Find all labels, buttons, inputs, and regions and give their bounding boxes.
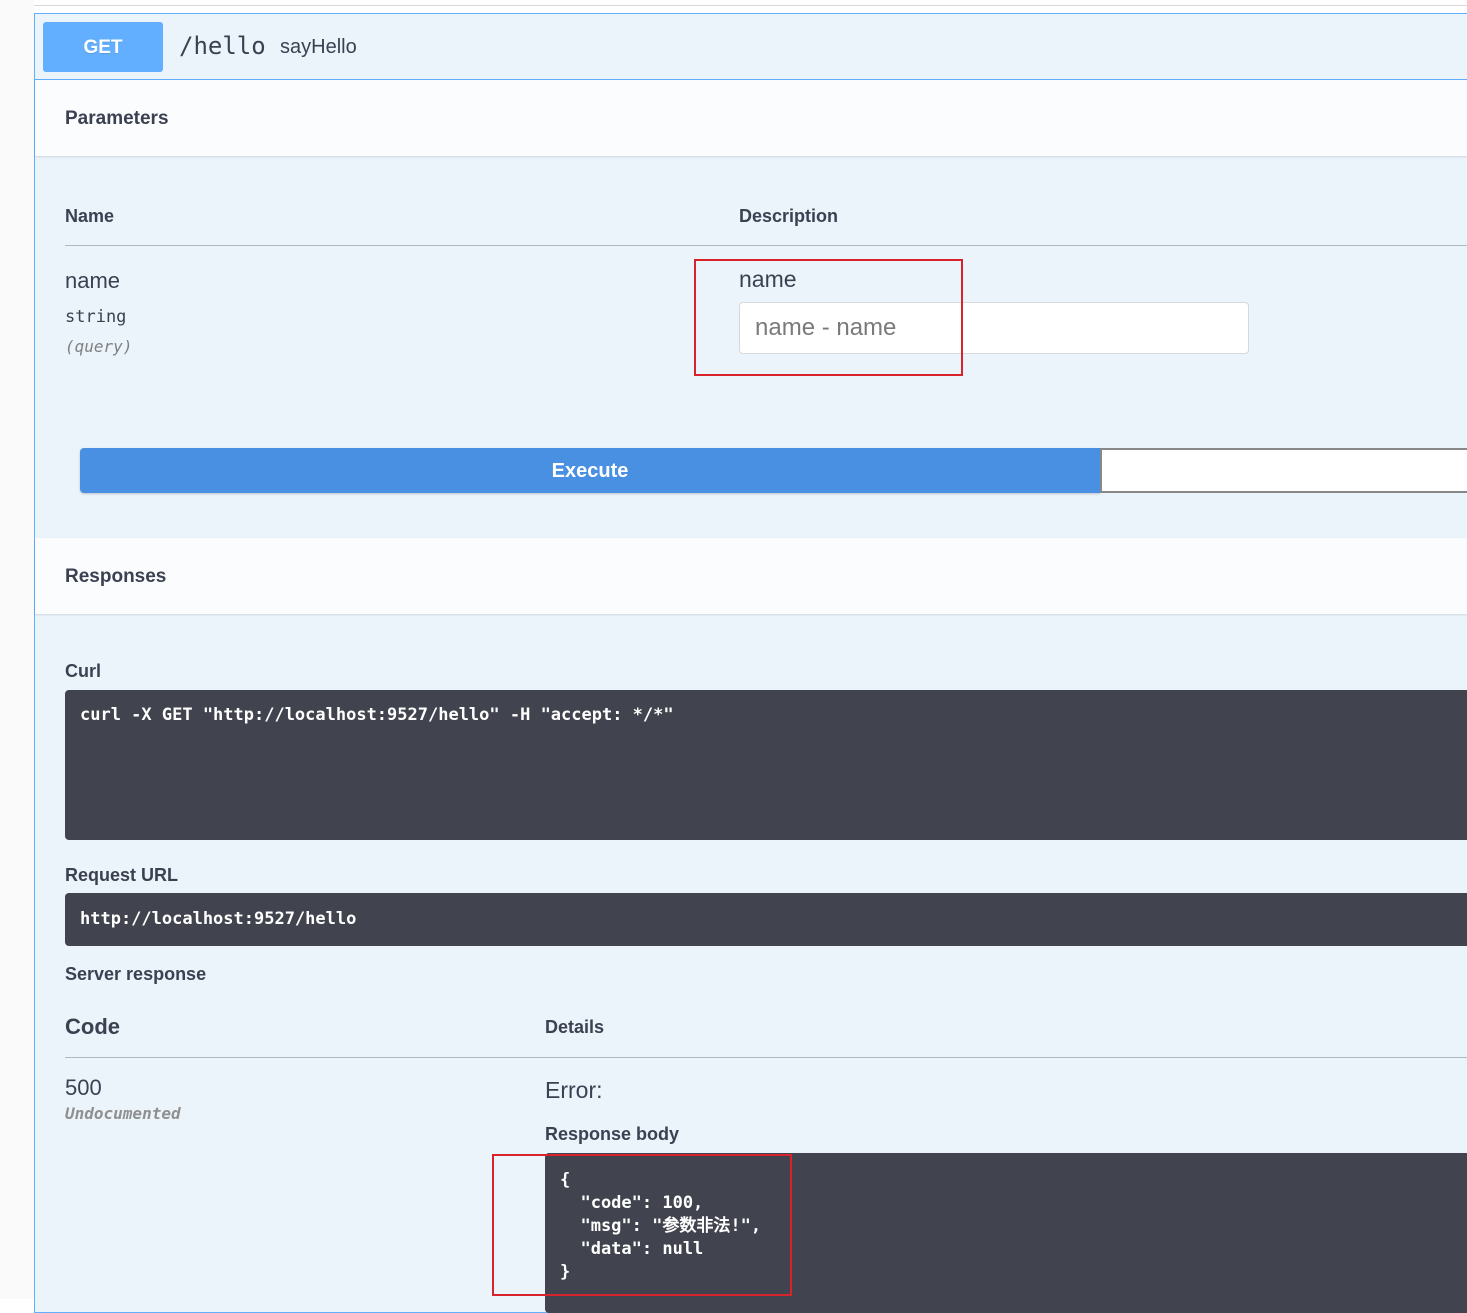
response-status-note: Undocumented bbox=[65, 1104, 181, 1123]
param-location: (query) bbox=[65, 337, 133, 356]
response-error-label: Error: bbox=[545, 1077, 603, 1103]
annotation-highlight-response-body bbox=[492, 1154, 792, 1296]
param-type: string bbox=[65, 307, 127, 327]
server-response-label: Server response bbox=[65, 964, 207, 984]
response-body-label: Response body bbox=[545, 1124, 680, 1144]
top-divider bbox=[34, 5, 1467, 6]
request-url-label: Request URL bbox=[65, 865, 179, 885]
parameters-header: Parameters bbox=[35, 80, 1467, 156]
execute-button[interactable]: Execute bbox=[80, 448, 1100, 493]
param-column-description: Description bbox=[739, 206, 839, 226]
request-url-block: http://localhost:9527/hello bbox=[65, 893, 1467, 946]
curl-command-block: curl -X GET "http://localhost:9527/hello… bbox=[65, 690, 1467, 840]
param-header-divider bbox=[65, 245, 1467, 246]
http-method-badge: GET bbox=[43, 22, 163, 72]
parameters-title: Parameters bbox=[65, 108, 169, 129]
response-header-divider bbox=[65, 1057, 1467, 1058]
operation-summary-text: sayHello bbox=[280, 36, 357, 58]
annotation-highlight-input bbox=[694, 259, 963, 376]
response-status-code: 500 bbox=[65, 1075, 102, 1100]
curl-label: Curl bbox=[65, 661, 101, 681]
clear-button[interactable] bbox=[1100, 448, 1467, 493]
responses-header: Responses bbox=[35, 538, 1467, 614]
left-gutter bbox=[0, 0, 34, 1299]
get-hello-operation: GET /hello sayHello Parameters Name Desc… bbox=[34, 13, 1467, 1313]
param-name: name bbox=[65, 268, 121, 293]
operation-summary[interactable]: GET /hello sayHello bbox=[35, 14, 1467, 80]
param-column-name: Name bbox=[65, 206, 115, 226]
response-column-details: Details bbox=[545, 1017, 605, 1037]
operation-path: /hello bbox=[179, 32, 266, 60]
response-column-code: Code bbox=[65, 1014, 120, 1039]
responses-title: Responses bbox=[65, 566, 167, 587]
